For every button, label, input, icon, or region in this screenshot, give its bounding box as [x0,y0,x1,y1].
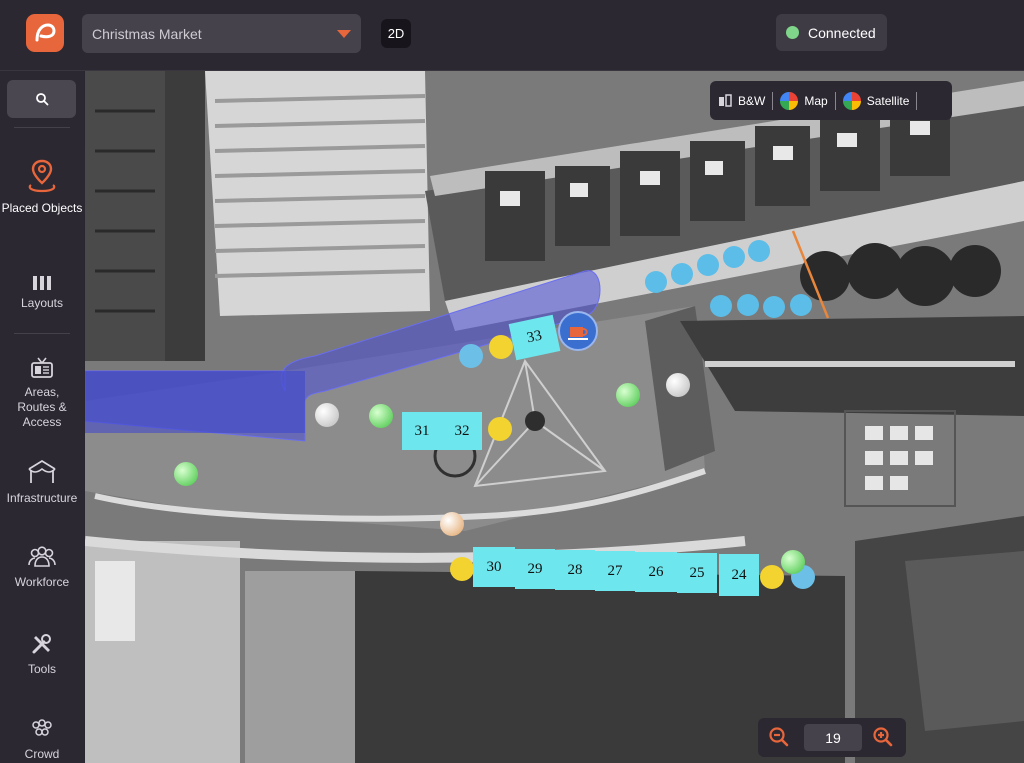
layer-option-satellite[interactable]: Satellite [842,91,910,110]
toilet-marker-icon[interactable] [737,294,759,316]
stall-26[interactable]: 26 [635,552,677,592]
zoom-level-input[interactable]: 19 [804,724,862,751]
coffee-cup-glyph-icon [568,327,588,340]
fire-extinguisher-icon[interactable] [459,344,483,368]
layer-option-label: Satellite [866,93,910,108]
toilet-marker-icon[interactable] [645,271,667,293]
project-select[interactable]: Christmas Market [82,14,361,53]
columns-icon [33,276,51,290]
status-dot-icon [786,26,799,39]
sidebar-item-label: Layouts [20,296,64,310]
sidebar-item-label: Tools [27,662,56,676]
sidebar-divider [14,127,70,128]
google-icon [780,91,799,110]
stall-27[interactable]: 27 [595,551,635,591]
green-sphere-icon[interactable] [174,462,198,486]
water-point-icon[interactable] [666,373,690,397]
sidebar-item-label: Placed Objects [1,201,83,215]
green-sphere-icon[interactable] [781,550,805,574]
toilet-marker-icon[interactable] [697,254,719,276]
sidebar-item-infrastructure[interactable]: Infrastructure [0,459,84,506]
green-sphere-icon[interactable] [369,404,393,428]
crowd-icon [32,719,52,736]
layer-option-label: B&W [738,93,766,108]
map-layer-switch: B&W Map Satellite [710,81,952,120]
connection-status: Connected [776,14,887,51]
sidebar-item-tools[interactable]: Tools [0,632,84,677]
sidebar-item-label: Infrastructure [6,491,78,505]
search-icon [35,93,48,106]
map-pin-icon [28,159,56,193]
connection-status-label: Connected [808,24,876,41]
top-bar: Christmas Market 2D Connected [0,0,1024,71]
layer-option-map[interactable]: Map [780,91,828,110]
tv-ticket-icon [31,357,53,378]
map-canvas[interactable]: 33 31 32 30 29 28 27 26 25 24 [85,71,1024,763]
toilet-marker-icon[interactable] [710,295,732,317]
app-logo[interactable] [26,14,64,52]
bin-icon[interactable] [488,417,512,441]
sidebar-divider [14,333,70,334]
layer-separator [834,91,836,110]
stall-32[interactable]: 32 [442,412,482,450]
sidebar-item-label: Crowd [24,747,60,761]
stall-31[interactable]: 31 [402,412,442,450]
toilet-marker-icon[interactable] [723,246,745,268]
bw-layer-icon [719,93,732,107]
orange-sphere-icon[interactable] [440,512,464,536]
tent-icon [28,459,56,483]
sidebar: Placed Objects Layouts Areas, Routes & A… [0,71,84,763]
sidebar-item-label: Areas, Routes & Access [17,385,67,429]
toilet-marker-icon[interactable] [790,294,812,316]
water-point-icon[interactable] [315,403,339,427]
layer-option-label: Map [804,93,828,108]
view-mode-toggle[interactable]: 2D [381,19,411,48]
green-sphere-icon[interactable] [616,383,640,407]
sidebar-item-placed-objects[interactable]: Placed Objects [0,157,84,216]
sidebar-item-label: Workforce [14,575,70,589]
coffee-cup-icon[interactable] [558,311,598,351]
toilet-marker-icon[interactable] [763,296,785,318]
satellite-imagery [85,71,1024,763]
google-icon [842,91,861,110]
tools-icon [32,634,51,654]
project-select-value: Christmas Market [92,25,202,42]
logo-icon [35,23,56,42]
sidebar-item-layouts[interactable]: Layouts [0,276,84,311]
layer-separator [916,91,918,110]
toilet-marker-icon[interactable] [671,263,693,285]
zoom-control: 19 [758,718,906,757]
stall-29[interactable]: 29 [515,549,555,589]
layer-separator [772,91,774,110]
sidebar-item-crowd[interactable]: Crowd [0,719,84,762]
layer-option-bw[interactable]: B&W [718,94,765,108]
bin-icon[interactable] [489,335,513,359]
chevron-down-icon [337,29,351,38]
bin-icon[interactable] [450,557,474,581]
stall-24[interactable]: 24 [719,554,759,596]
sidebar-item-workforce[interactable]: Workforce [0,545,84,590]
zoom-in-icon[interactable] [872,726,894,748]
stall-25[interactable]: 25 [677,553,717,593]
zoom-out-icon[interactable] [768,726,790,748]
people-icon [28,546,56,567]
search-button[interactable] [7,80,76,118]
toilet-marker-icon[interactable] [748,240,770,262]
stall-28[interactable]: 28 [555,550,595,590]
stall-30[interactable]: 30 [473,547,515,587]
bin-icon[interactable] [760,565,784,589]
sidebar-item-areas[interactable]: Areas, Routes & Access [0,357,84,430]
